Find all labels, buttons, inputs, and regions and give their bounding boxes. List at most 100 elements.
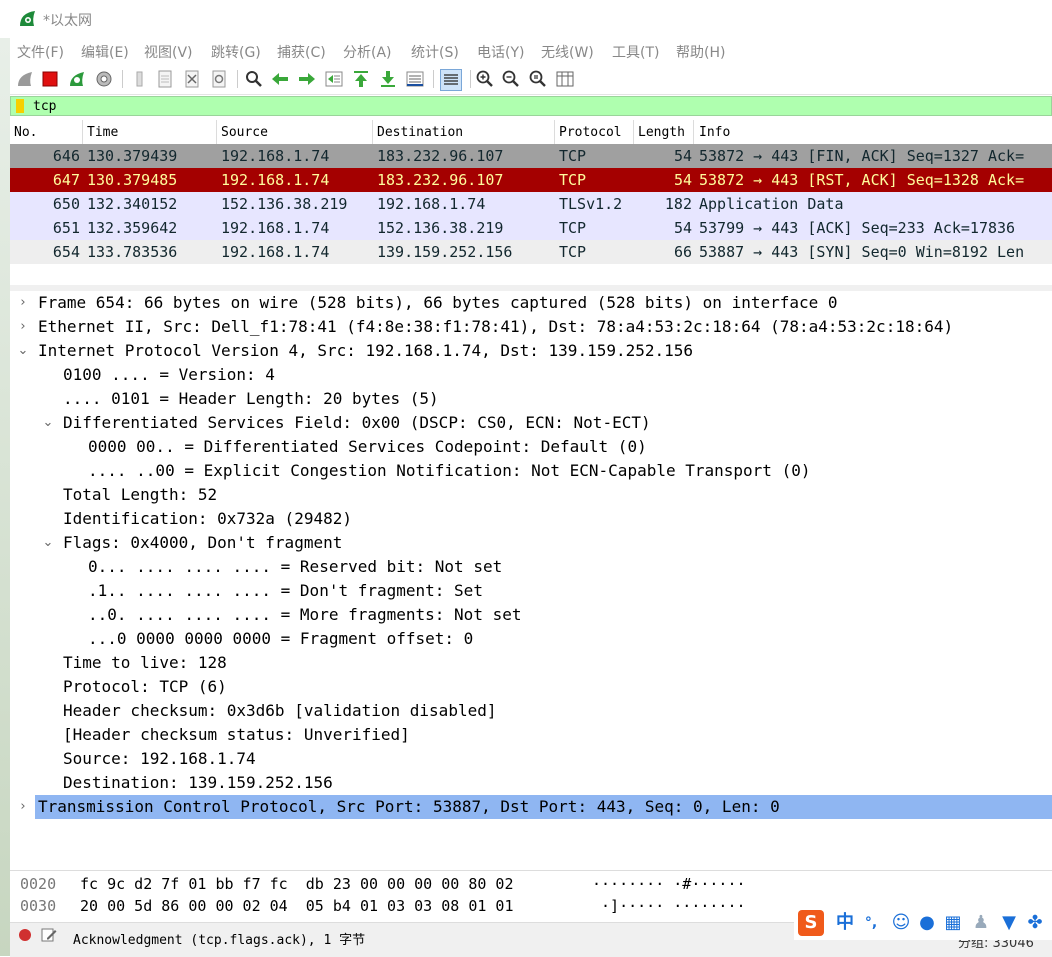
detail-tree-item[interactable]: 0000 00.. = Differentiated Services Code… bbox=[88, 435, 647, 459]
menu-file[interactable]: 文件(F) bbox=[17, 42, 64, 62]
detail-tree-item[interactable]: Protocol: TCP (6) bbox=[63, 675, 227, 699]
ime-punctuation[interactable]: °, bbox=[860, 912, 882, 934]
packet-cell-src: 192.168.1.74 bbox=[221, 243, 330, 261]
menu-telephony[interactable]: 电话(Y) bbox=[477, 42, 524, 62]
detail-tree-item[interactable]: Time to live: 128 bbox=[63, 651, 227, 675]
expand-chevron-icon[interactable]: › bbox=[16, 315, 30, 339]
bookmark-icon[interactable] bbox=[16, 99, 24, 113]
packet-list-header: No. Time Source Destination Protocol Len… bbox=[10, 120, 1052, 145]
capture-comment-icon[interactable] bbox=[41, 927, 57, 943]
packet-cell-len: 182 bbox=[664, 195, 692, 213]
detail-tree-item[interactable]: Header checksum: 0x3d6b [validation disa… bbox=[63, 699, 496, 723]
packet-cell-proto: TCP bbox=[559, 219, 587, 237]
expand-chevron-icon[interactable]: › bbox=[16, 795, 30, 819]
detail-tree-item[interactable]: .... 0101 = Header Length: 20 bytes (5) bbox=[63, 387, 439, 411]
detail-tree-item[interactable]: ...0 0000 0000 0000 = Fragment offset: 0 bbox=[88, 627, 473, 651]
go-forward-icon[interactable] bbox=[297, 69, 317, 89]
autoscroll-icon[interactable] bbox=[405, 69, 425, 89]
detail-tree-item[interactable]: 0100 .... = Version: 4 bbox=[63, 363, 275, 387]
go-back-icon[interactable] bbox=[270, 69, 290, 89]
close-file-icon[interactable] bbox=[182, 69, 202, 89]
packet-row[interactable]: 647 130.379485 192.168.1.74 183.232.96.107 T… bbox=[10, 168, 1052, 192]
detail-tree-item[interactable]: Internet Protocol Version 4, Src: 192.16… bbox=[38, 339, 693, 363]
find-packet-icon[interactable] bbox=[244, 69, 264, 89]
menu-view[interactable]: 视图(V) bbox=[144, 42, 193, 62]
expert-info-icon[interactable] bbox=[19, 929, 31, 941]
menu-edit[interactable]: 编辑(E) bbox=[81, 42, 129, 62]
column-header-destination[interactable]: Destination bbox=[377, 125, 463, 140]
menu-wireless[interactable]: 无线(W) bbox=[541, 42, 594, 62]
menu-help[interactable]: 帮助(H) bbox=[676, 42, 725, 62]
collapse-chevron-icon[interactable]: ⌄ bbox=[41, 531, 55, 555]
collapse-chevron-icon[interactable]: ⌄ bbox=[41, 411, 55, 435]
display-filter-input[interactable] bbox=[33, 98, 1033, 114]
capture-options-icon[interactable] bbox=[94, 69, 114, 89]
packet-cell-proto: TCP bbox=[559, 171, 587, 189]
window-title: *以太网 bbox=[43, 13, 92, 29]
reload-file-icon[interactable] bbox=[209, 69, 229, 89]
detail-tree-item[interactable]: .... ..00 = Explicit Congestion Notifica… bbox=[88, 459, 810, 483]
hex-ascii[interactable]: ·]····· ········ bbox=[592, 895, 746, 917]
detail-tree-item[interactable]: Total Length: 52 bbox=[63, 483, 217, 507]
toolbox-icon[interactable]: ✤ bbox=[1024, 912, 1046, 934]
resize-columns-icon[interactable] bbox=[555, 69, 575, 89]
colorize-icon[interactable] bbox=[440, 69, 462, 91]
packet-cell-len: 54 bbox=[673, 219, 692, 237]
sogou-logo-icon[interactable]: S bbox=[798, 910, 824, 936]
column-header-source[interactable]: Source bbox=[221, 125, 268, 140]
column-header-length[interactable]: Length bbox=[638, 125, 685, 140]
hex-bytes[interactable]: fc 9c d2 7f 01 bb f7 fc db 23 00 00 00 0… bbox=[80, 873, 513, 895]
background-desktop-strip bbox=[0, 38, 10, 956]
packet-row[interactable]: 646 130.379439 192.168.1.74 183.232.96.107 T… bbox=[10, 144, 1052, 168]
hex-ascii[interactable]: ········ ·#······ bbox=[592, 873, 746, 895]
first-packet-icon[interactable] bbox=[351, 69, 371, 89]
shark-fin-start-icon[interactable] bbox=[15, 69, 35, 89]
menu-statistics[interactable]: 统计(S) bbox=[411, 42, 459, 62]
packet-row[interactable]: 651 132.359642 192.168.1.74 152.136.38.219 T… bbox=[10, 216, 1052, 240]
collapse-chevron-icon[interactable]: ⌄ bbox=[16, 339, 30, 363]
packet-row[interactable]: 650 132.340152 152.136.38.219 192.168.1.74 T… bbox=[10, 192, 1052, 216]
go-to-packet-icon[interactable] bbox=[324, 69, 344, 89]
packet-cell-proto: TCP bbox=[559, 147, 587, 165]
open-file-icon[interactable] bbox=[130, 69, 150, 89]
packet-cell-len: 66 bbox=[673, 243, 692, 261]
detail-tree-item[interactable]: Differentiated Services Field: 0x00 (DSC… bbox=[63, 411, 651, 435]
menu-go[interactable]: 跳转(G) bbox=[211, 42, 261, 62]
keyboard-icon[interactable]: ▦ bbox=[942, 912, 964, 934]
detail-tree-item[interactable]: Destination: 139.159.252.156 bbox=[63, 771, 333, 795]
detail-tree-item[interactable]: [Header checksum status: Unverified] bbox=[63, 723, 410, 747]
skin-icon[interactable]: ▼ bbox=[998, 912, 1020, 934]
packet-row[interactable]: 654 133.783536 192.168.1.74 139.159.252.156… bbox=[10, 240, 1052, 264]
detail-tree-item[interactable]: Transmission Control Protocol, Src Port:… bbox=[38, 795, 780, 819]
menu-analyze[interactable]: 分析(A) bbox=[343, 42, 392, 62]
zoom-in-icon[interactable] bbox=[475, 69, 495, 89]
user-icon[interactable]: ♟ bbox=[970, 912, 992, 934]
menu-tools[interactable]: 工具(T) bbox=[612, 42, 659, 62]
title-bar: *以太网 bbox=[0, 0, 1052, 38]
packet-cell-src: 152.136.38.219 bbox=[221, 195, 348, 213]
zoom-normal-icon[interactable] bbox=[528, 69, 548, 89]
zoom-out-icon[interactable] bbox=[501, 69, 521, 89]
hex-bytes[interactable]: 20 00 5d 86 00 00 02 04 05 b4 01 03 03 0… bbox=[80, 895, 513, 917]
column-header-no[interactable]: No. bbox=[14, 125, 37, 140]
detail-tree-item[interactable]: Source: 192.168.1.74 bbox=[63, 747, 256, 771]
detail-tree-item[interactable]: Flags: 0x4000, Don't fragment bbox=[63, 531, 342, 555]
emoji-icon[interactable]: ☺ bbox=[890, 912, 912, 934]
microphone-icon[interactable]: ● bbox=[916, 912, 938, 934]
detail-tree-item[interactable]: 0... .... .... .... = Reserved bit: Not … bbox=[88, 555, 502, 579]
detail-tree-item[interactable]: Ethernet II, Src: Dell_f1:78:41 (f4:8e:3… bbox=[38, 315, 953, 339]
restart-capture-icon[interactable] bbox=[67, 69, 87, 89]
column-header-time[interactable]: Time bbox=[87, 125, 118, 140]
last-packet-icon[interactable] bbox=[378, 69, 398, 89]
ime-language[interactable]: 中 bbox=[834, 912, 856, 934]
stop-capture-icon[interactable] bbox=[40, 69, 60, 89]
detail-tree-item[interactable]: .1.. .... .... .... = Don't fragment: Se… bbox=[88, 579, 483, 603]
expand-chevron-icon[interactable]: › bbox=[16, 291, 30, 315]
column-header-info[interactable]: Info bbox=[699, 125, 730, 140]
detail-tree-item[interactable]: ..0. .... .... .... = More fragments: No… bbox=[88, 603, 521, 627]
save-file-icon[interactable] bbox=[155, 69, 175, 89]
column-header-protocol[interactable]: Protocol bbox=[559, 125, 622, 140]
menu-capture[interactable]: 捕获(C) bbox=[277, 42, 326, 62]
detail-tree-item[interactable]: Frame 654: 66 bytes on wire (528 bits), … bbox=[38, 291, 838, 315]
detail-tree-item[interactable]: Identification: 0x732a (29482) bbox=[63, 507, 352, 531]
